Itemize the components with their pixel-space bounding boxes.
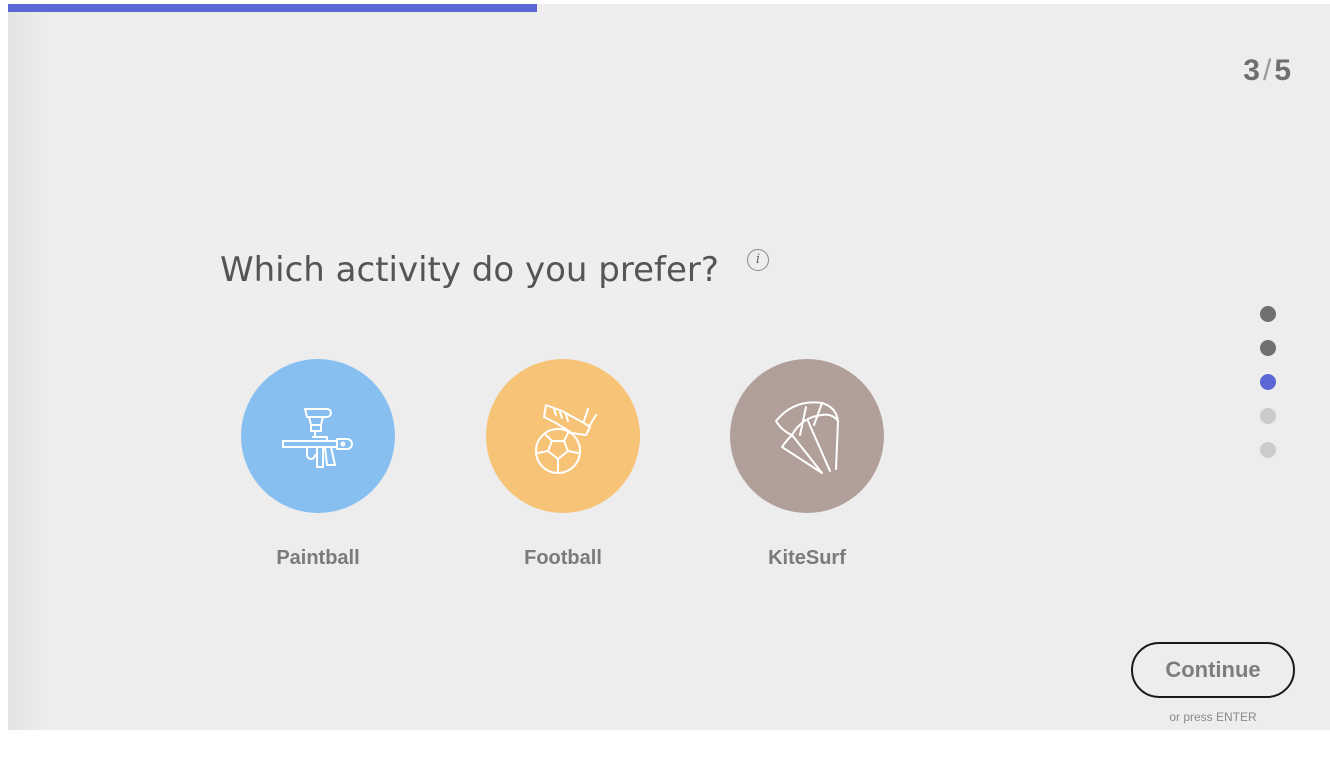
option-label: Paintball [276, 547, 360, 569]
step-dot-5[interactable] [1260, 442, 1276, 458]
step-dot-4[interactable] [1260, 408, 1276, 424]
step-dot-2[interactable] [1260, 340, 1276, 356]
step-dots [1260, 306, 1276, 476]
option-label: KiteSurf [768, 547, 846, 569]
question-text: Which activity do you prefer? [220, 250, 719, 290]
step-dot-1[interactable] [1260, 306, 1276, 322]
football-boot-ball-icon [535, 404, 597, 474]
paintball-gun-icon [282, 408, 353, 468]
progress-bar [8, 4, 537, 12]
option-football[interactable]: Football [486, 359, 640, 570]
step-total: 5 [1274, 54, 1292, 87]
option-label: Football [524, 547, 602, 569]
continue-hint: or press ENTER [1169, 710, 1257, 724]
football-circle[interactable] [486, 359, 640, 513]
option-paintball[interactable]: Paintball [241, 359, 395, 570]
step-counter: 3/5 [1243, 54, 1292, 88]
info-icon[interactable]: i [747, 249, 769, 271]
continue-button[interactable]: Continue [1131, 642, 1295, 698]
step-dot-3[interactable] [1260, 374, 1276, 390]
kite-icon [775, 401, 839, 474]
option-kitesurf[interactable]: KiteSurf [730, 359, 884, 570]
step-current: 3 [1243, 54, 1261, 87]
survey-stage: 3/5 Which activity do you prefer? i Pain… [8, 4, 1330, 730]
step-separator: / [1262, 54, 1273, 87]
kitesurf-circle[interactable] [730, 359, 884, 513]
paintball-circle[interactable] [241, 359, 395, 513]
question-box: Which activity do you prefer? [200, 228, 745, 304]
